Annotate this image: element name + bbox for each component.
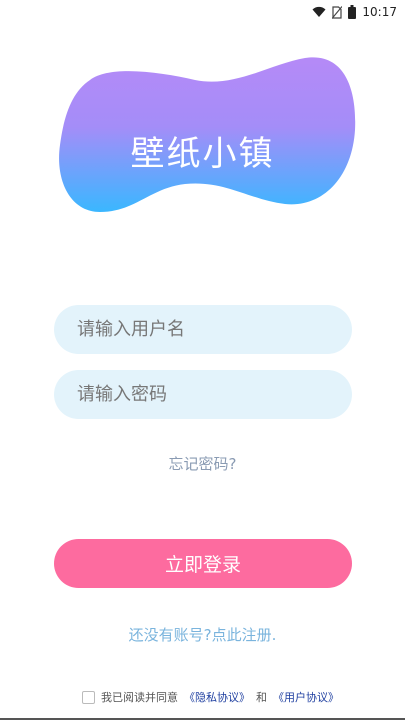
agreement-prefix: 我已阅读并同意 (101, 691, 178, 704)
user-agreement-link[interactable]: 《用户协议》 (273, 689, 339, 705)
privacy-policy-link[interactable]: 《隐私协议》 (184, 689, 250, 705)
logo-blob (59, 57, 356, 212)
app-logo: 壁纸小镇 (0, 0, 405, 240)
agreement-row: 我已阅读并同意 《隐私协议》 和 《用户协议》 (82, 688, 339, 706)
forgot-password-link[interactable]: 忘记密码? (0, 453, 405, 474)
agreement-checkbox[interactable] (82, 690, 95, 704)
login-button[interactable]: 立即登录 (54, 539, 352, 588)
agreement-conjunction: 和 (256, 691, 267, 704)
password-input[interactable] (54, 370, 352, 419)
app-title: 壁纸小镇 (130, 134, 275, 174)
username-input[interactable] (54, 305, 352, 354)
register-link[interactable]: 还没有账号?点此注册. (0, 624, 405, 645)
